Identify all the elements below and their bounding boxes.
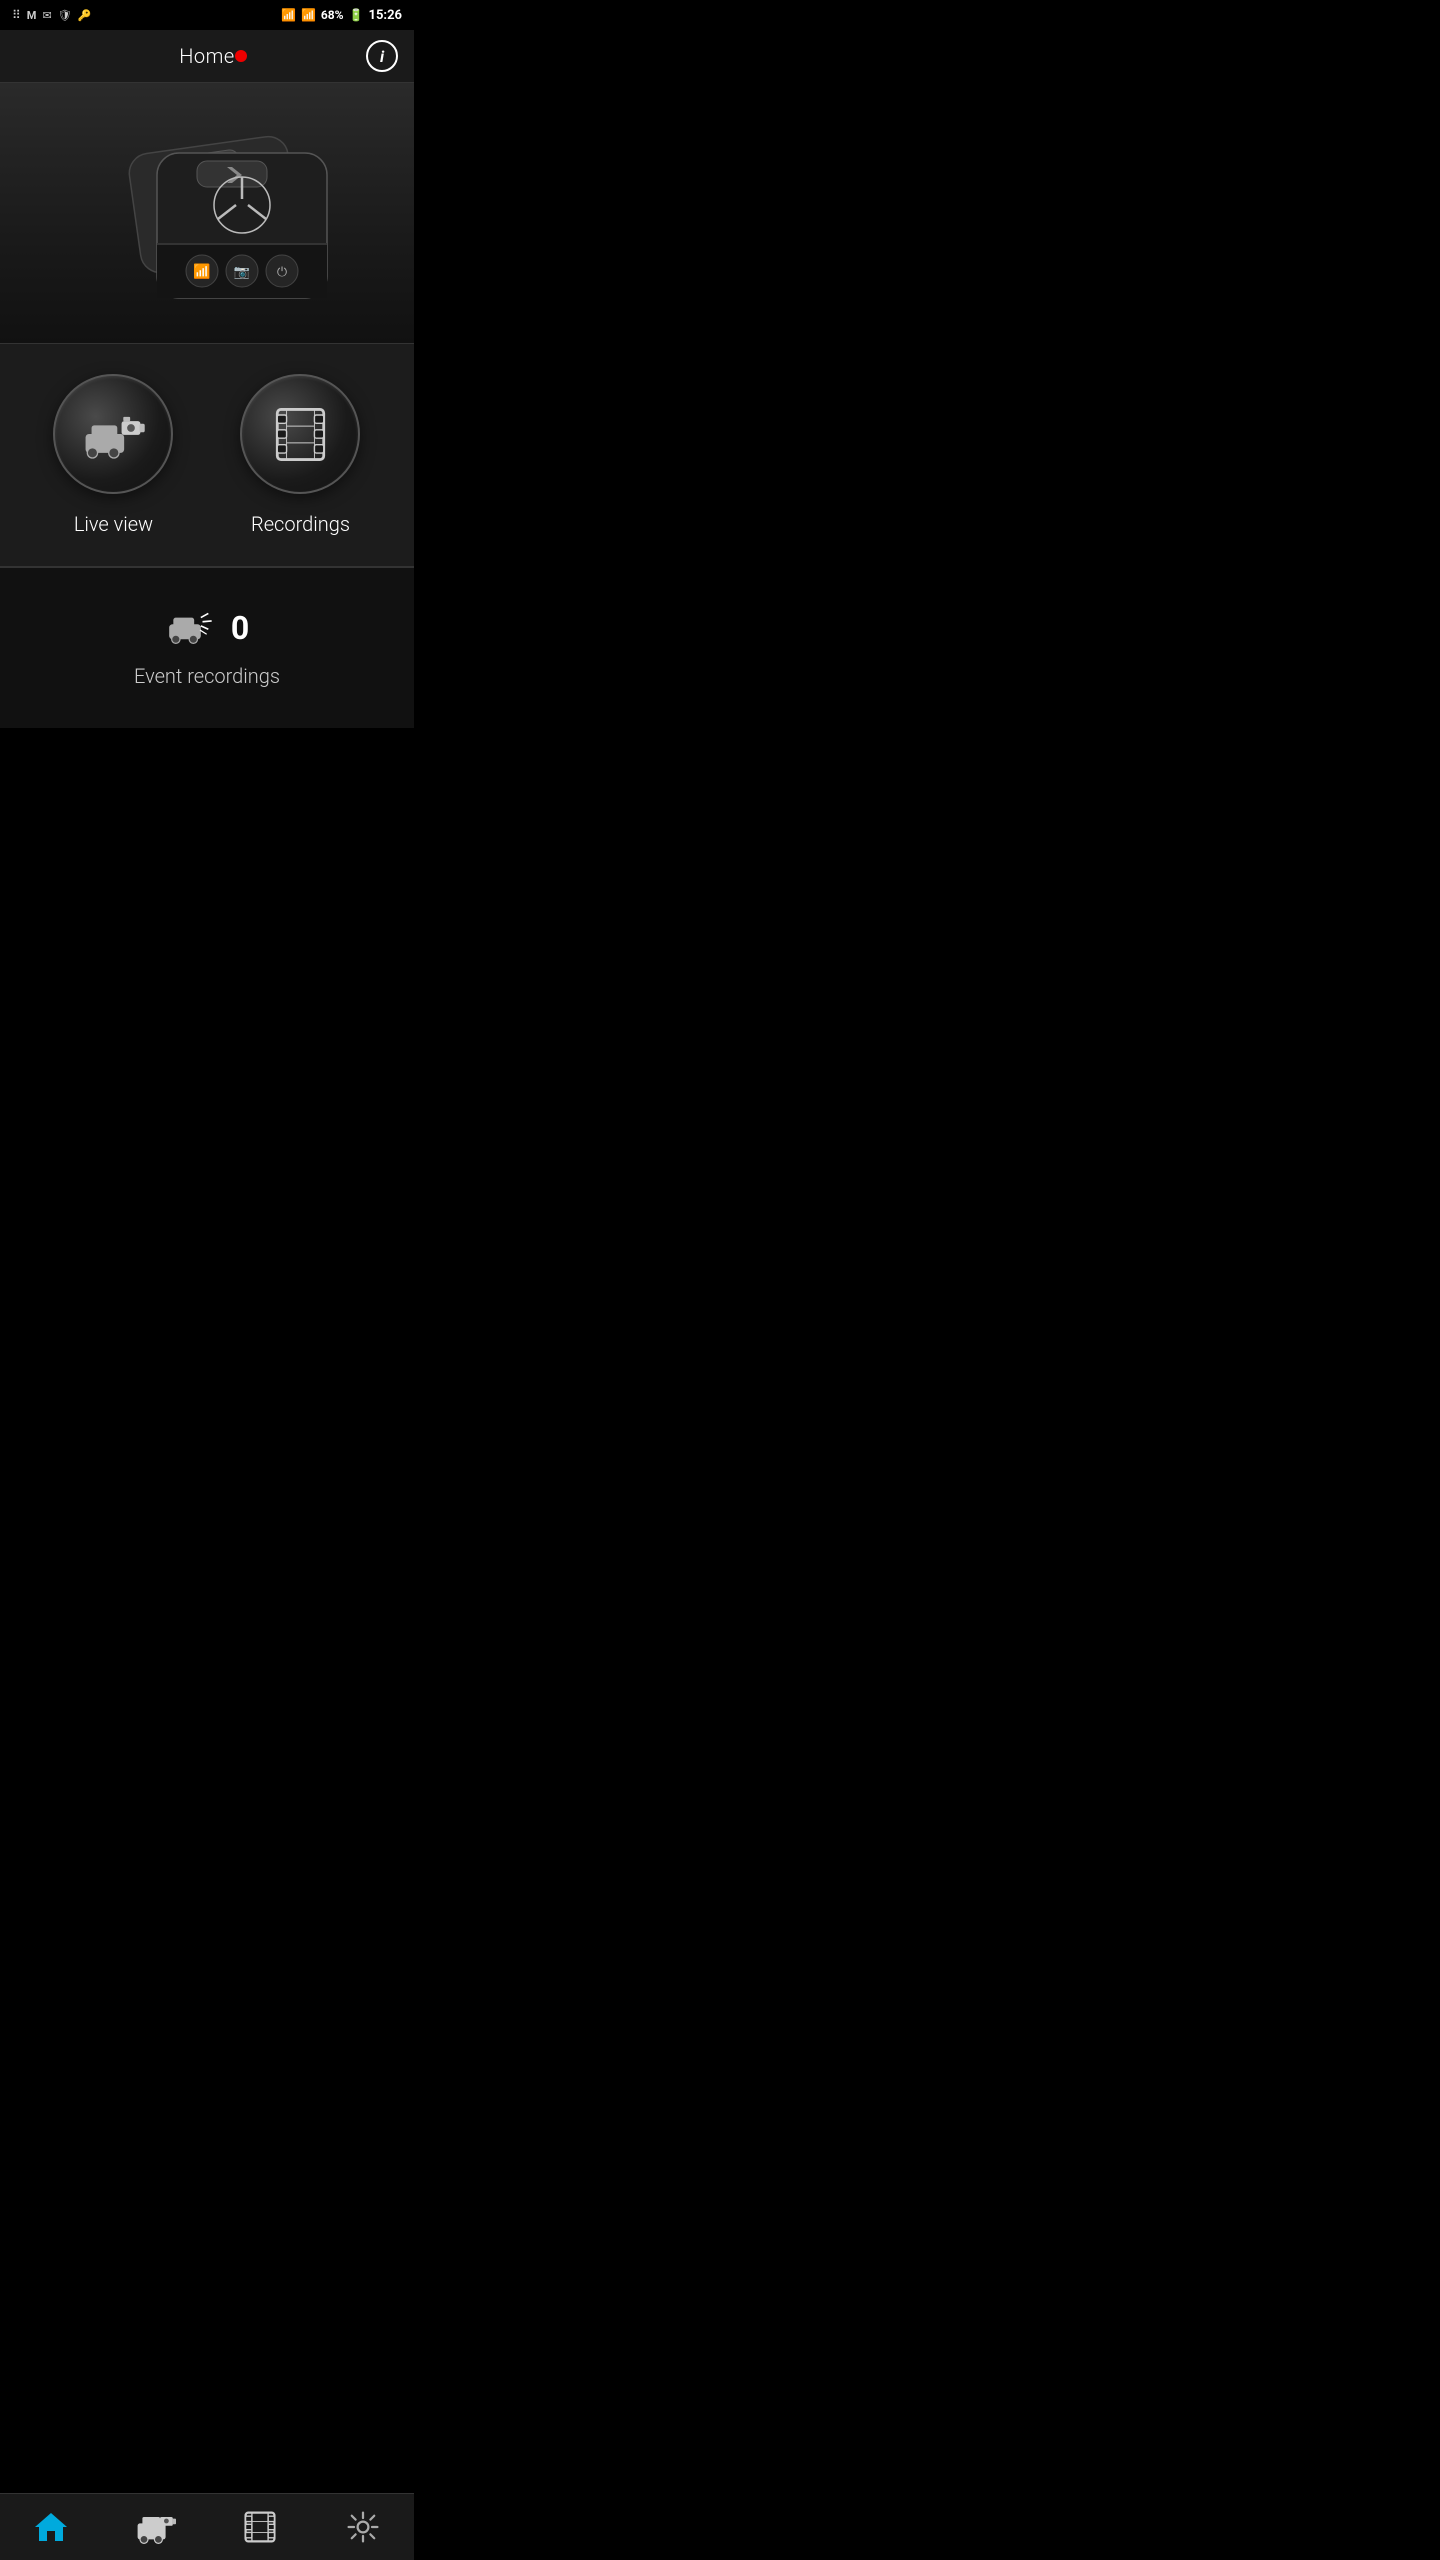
gear-icon	[345, 2509, 381, 2545]
device-image-section: 📶 📷 ⏻	[0, 83, 414, 343]
dots-icon: ⠿	[12, 8, 21, 22]
status-bar: ⠿ M ✉ 🛡 🔑 📶 📶 68% 🔋 15:26	[0, 0, 414, 30]
event-count-number: 0	[231, 609, 249, 647]
nav-recordings[interactable]	[227, 2504, 293, 2550]
bottom-spacer	[0, 728, 414, 798]
event-section: 0 Event recordings	[0, 568, 414, 728]
svg-text:📷: 📷	[234, 265, 250, 280]
battery-text: 68%	[321, 8, 344, 22]
film-strip-icon	[268, 402, 333, 467]
key-icon: 🔑	[78, 9, 92, 22]
live-view-label: Live view	[74, 512, 153, 536]
wifi-icon: 📶	[281, 8, 296, 22]
home-icon	[33, 2509, 69, 2545]
recordings-label: Recordings	[251, 512, 350, 536]
nav-settings[interactable]	[330, 2504, 396, 2550]
info-button[interactable]: i	[366, 40, 398, 72]
status-left-icons: ⠿ M ✉ 🛡 🔑	[12, 8, 91, 22]
svg-text:📶: 📶	[193, 263, 210, 280]
device-svg: 📶 📷 ⏻	[67, 103, 347, 323]
status-right-icons: 📶 📶 68% 🔋 15:26	[281, 8, 402, 23]
recording-indicator	[235, 50, 247, 62]
page-title: Home	[179, 44, 234, 68]
svg-text:⏻: ⏻	[277, 265, 287, 280]
film-nav-icon	[242, 2509, 278, 2545]
gmail-icon: M	[27, 9, 37, 22]
camera-car-icon	[78, 404, 148, 464]
live-view-circle	[53, 374, 173, 494]
mail-icon: ✉	[42, 9, 51, 22]
event-recordings-label: Event recordings	[134, 664, 280, 688]
nav-live[interactable]	[121, 2504, 191, 2550]
live-view-button[interactable]: Live view	[29, 374, 197, 536]
signal-icon: 📶	[301, 8, 316, 22]
bottom-nav	[0, 2493, 414, 2560]
actions-section: Live view Recordings	[0, 343, 414, 567]
car-crash-icon	[165, 608, 215, 648]
battery-icon: 🔋	[349, 8, 364, 22]
recordings-circle	[240, 374, 360, 494]
nav-home[interactable]	[18, 2504, 84, 2550]
time-display: 15:26	[369, 8, 403, 23]
shield-icon: 🛡	[58, 9, 72, 22]
app-header: Home i	[0, 30, 414, 83]
live-nav-icon	[136, 2509, 176, 2545]
recordings-button[interactable]: Recordings	[216, 374, 384, 536]
event-count-row: 0	[165, 608, 249, 648]
